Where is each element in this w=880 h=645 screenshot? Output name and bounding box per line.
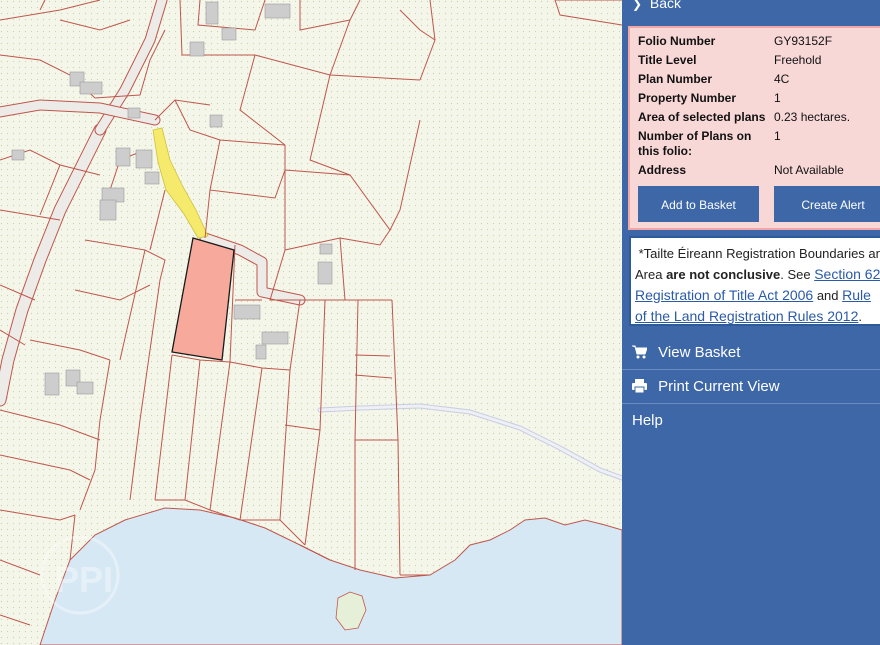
detail-value: 1	[774, 129, 781, 143]
detail-row: Plan Number 4C	[638, 72, 850, 91]
detail-value: 4C	[774, 72, 790, 86]
notice-text: and	[813, 288, 843, 303]
notice-line-4: of the Land Registration Rules 2012.	[635, 306, 880, 324]
detail-label: Address	[638, 163, 687, 177]
detail-value: Freehold	[774, 53, 822, 67]
side-panel: ❯ Back Folio Number GY93152F Title Level…	[622, 0, 880, 645]
detail-row: Address Not Available	[638, 163, 850, 182]
print-current-view-menu-item[interactable]: Print Current View	[622, 370, 880, 404]
back-label: Back	[649, 0, 682, 11]
notice-bold: are not conclusive	[666, 267, 781, 282]
menu-label: View Basket	[658, 344, 741, 361]
detail-label: Plan Number	[638, 72, 713, 86]
cart-icon	[632, 336, 654, 370]
notice-text: Area	[635, 267, 667, 282]
map-view[interactable]: PPI	[0, 0, 622, 645]
detail-value: 1	[774, 91, 781, 105]
add-to-basket-button[interactable]: Add to Basket	[638, 186, 759, 222]
notice-text: .	[858, 309, 862, 324]
detail-value: GY93152F	[774, 34, 833, 48]
detail-label: Folio Number	[638, 34, 716, 48]
detail-label: Title Level	[638, 53, 697, 67]
notice-text: . See	[780, 267, 815, 282]
detail-row: Number of Plans on this folio: 1	[638, 129, 850, 163]
menu-label: Print Current View	[658, 378, 780, 395]
detail-row: Title Level Freehold	[638, 53, 850, 72]
printer-icon	[632, 370, 654, 404]
registration-act-link[interactable]: Registration of Title Act 2006	[635, 287, 813, 303]
chevron-right-icon: ❯	[632, 0, 643, 11]
back-link[interactable]: ❯ Back	[622, 0, 880, 16]
folio-details-card: Folio Number GY93152F Title Level Freeho…	[628, 26, 880, 230]
folio-details-table: Folio Number GY93152F Title Level Freeho…	[638, 34, 850, 182]
view-basket-menu-item[interactable]: View Basket	[622, 336, 880, 370]
detail-label: Property Number	[638, 91, 737, 105]
detail-value: Not Available	[774, 163, 844, 177]
detail-row: Property Number 1	[638, 91, 850, 110]
detail-value: 0.23 hectares.	[774, 110, 851, 124]
watermark-text: PPI	[55, 559, 113, 600]
land-registration-rules-link[interactable]: of the Land Registration Rules 2012	[635, 308, 858, 324]
menu-label: Help	[632, 412, 663, 429]
notice-line-3: Registration of Title Act 2006 and Rule	[635, 285, 880, 306]
notice-line-1: *Tailte Éireann Registration Boundaries …	[635, 244, 880, 264]
detail-label: Number of Plans on this folio:	[638, 129, 752, 158]
map-canvas[interactable]: PPI	[0, 0, 622, 645]
section-62-link[interactable]: Section 62(	[814, 266, 880, 282]
create-alert-button[interactable]: Create Alert	[774, 186, 880, 222]
rule-link[interactable]: Rule	[842, 287, 871, 303]
help-menu-item[interactable]: Help	[622, 404, 880, 438]
notice-text: *Tailte Éireann Registration Boundaries …	[638, 246, 880, 261]
disclaimer-notice: *Tailte Éireann Registration Boundaries …	[629, 236, 880, 326]
detail-label: Area of selected plans	[638, 110, 766, 124]
notice-line-2: Area are not conclusive. See Section 62(	[635, 264, 880, 285]
detail-row: Folio Number GY93152F	[638, 34, 850, 53]
detail-row: Area of selected plans 0.23 hectares.	[638, 110, 850, 129]
